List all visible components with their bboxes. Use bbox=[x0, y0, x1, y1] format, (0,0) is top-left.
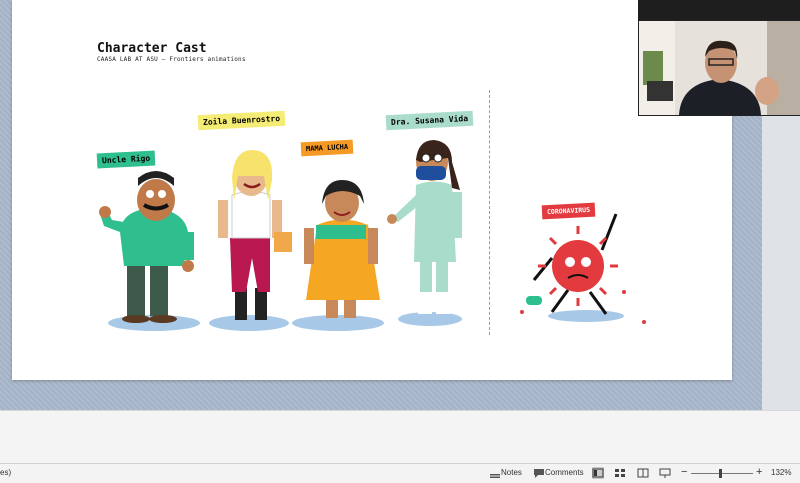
slide-canvas[interactable]: Character Cast CAASA LAB AT ASU – Fronti… bbox=[12, 0, 732, 380]
notes-area[interactable] bbox=[0, 410, 800, 464]
zoom-slider-thumb[interactable] bbox=[719, 469, 722, 478]
tag-coronavirus: CORONAVIRUS bbox=[541, 202, 596, 220]
comments-icon bbox=[534, 469, 544, 478]
coronavirus-figure bbox=[520, 213, 646, 324]
zoom-out-button[interactable]: − bbox=[681, 466, 687, 478]
shadow-doctor bbox=[398, 312, 462, 326]
notes-icon bbox=[490, 474, 500, 478]
dra-susana-figure bbox=[387, 140, 462, 314]
zoom-level[interactable]: 132% bbox=[771, 468, 791, 477]
slideshow-icon[interactable] bbox=[659, 467, 671, 479]
slide-divider bbox=[489, 90, 490, 335]
webcam-video[interactable] bbox=[638, 20, 800, 116]
shadow-zoila bbox=[209, 315, 289, 331]
uncle-rigo-figure bbox=[99, 171, 194, 323]
zoom-in-button[interactable]: + bbox=[756, 466, 762, 478]
tag-uncle-rigo: Uncle Rigo bbox=[96, 150, 156, 169]
reading-view-icon[interactable] bbox=[637, 467, 649, 479]
zoila-figure bbox=[218, 150, 292, 320]
character-illustrations bbox=[99, 140, 646, 331]
tag-mama-lucha: MAMA LUCHA bbox=[300, 139, 354, 157]
comments-button[interactable]: Comments bbox=[545, 468, 584, 477]
notes-button[interactable]: Notes bbox=[501, 468, 522, 477]
zoom-slider-track[interactable] bbox=[691, 473, 753, 474]
mama-lucha-figure bbox=[304, 180, 380, 318]
shadow-virus bbox=[548, 310, 624, 322]
status-bar: es) Notes Comments − + 132% bbox=[0, 463, 800, 483]
presenter-video-frame bbox=[639, 21, 800, 115]
video-window-titlebar bbox=[638, 0, 800, 20]
normal-view-icon[interactable] bbox=[592, 467, 604, 479]
slide-sorter-icon[interactable] bbox=[614, 467, 626, 479]
status-text-fragment: es) bbox=[0, 468, 12, 477]
